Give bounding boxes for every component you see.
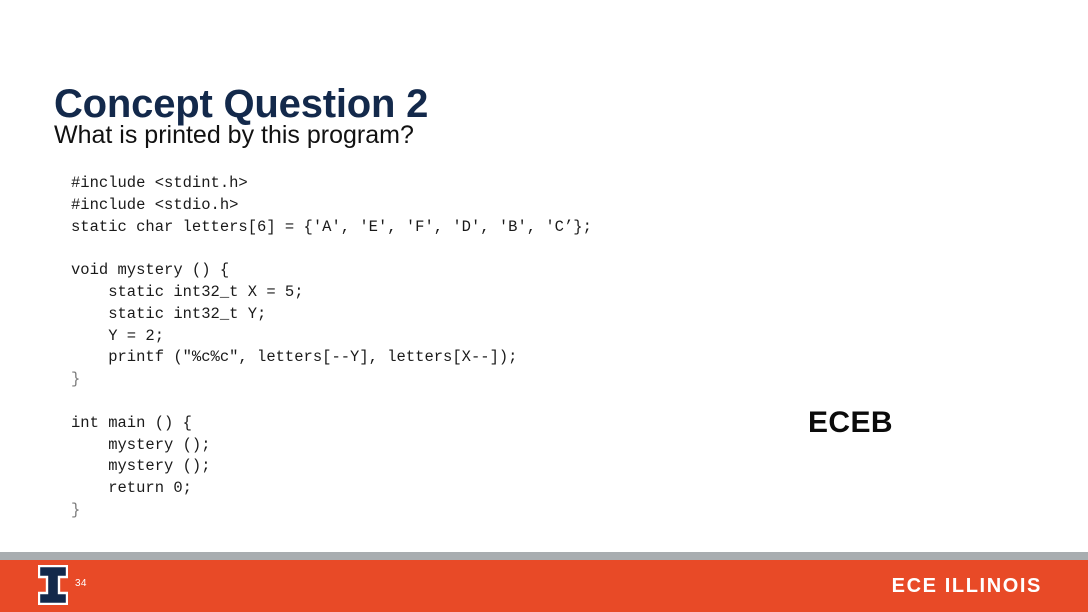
code-line: static char letters[6] = {'A', 'E', 'F',… — [71, 217, 592, 236]
slide-subtitle: What is printed by this program? — [54, 121, 414, 149]
footer-divider — [0, 552, 1088, 560]
code-line: mystery (); — [71, 457, 211, 476]
code-line: static int32_t X = 5; — [71, 282, 304, 301]
slide-canvas: Concept Question 2 What is printed by th… — [0, 0, 1088, 612]
code-line: mystery (); — [71, 435, 211, 454]
code-line: return 0; — [71, 479, 192, 498]
code-line: Y = 2; — [71, 326, 165, 345]
code-line: #include <stdint.h> — [71, 174, 248, 192]
page-title: Concept Question 2 — [54, 81, 429, 126]
page-number: 34 — [75, 578, 87, 589]
code-line: } — [71, 370, 81, 389]
ece-illinois-wordmark: ECE ILLINOIS — [891, 575, 1042, 597]
code-block: #include <stdint.h> #include <stdio.h> sta… — [71, 173, 592, 522]
code-line: printf ("%c%c", letters[--Y], letters[X-… — [71, 348, 518, 367]
code-line: } — [71, 500, 81, 519]
illinois-block-i-logo — [38, 565, 68, 605]
code-line: static int32_t Y; — [71, 304, 267, 323]
code-line: void mystery () { — [71, 261, 230, 280]
code-line: #include <stdio.h> — [71, 195, 239, 214]
code-line: int main () { — [71, 413, 192, 432]
answer-annotation: ECEB — [808, 406, 893, 439]
